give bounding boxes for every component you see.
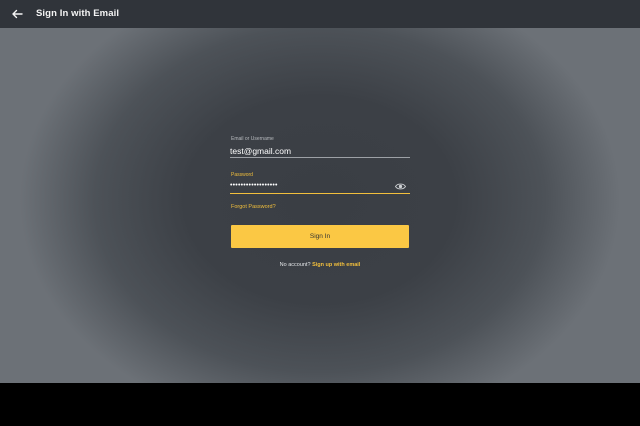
email-field-underline bbox=[230, 157, 410, 158]
password-field[interactable]: •••••••••••••••••• bbox=[230, 182, 278, 189]
no-account-text: No account? bbox=[279, 262, 311, 268]
forgot-password-link[interactable]: Forgot Password? bbox=[231, 204, 276, 210]
email-label: Email or Username bbox=[231, 136, 274, 142]
password-field-underline bbox=[230, 193, 410, 195]
signup-prompt: No account? Sign up with email bbox=[0, 262, 640, 268]
email-field[interactable]: test@gmail.com bbox=[230, 146, 291, 156]
page-title: Sign In with Email bbox=[36, 8, 120, 19]
eye-icon[interactable] bbox=[395, 182, 406, 191]
bottom-bar bbox=[0, 383, 640, 426]
sign-in-button[interactable]: Sign In bbox=[231, 225, 409, 248]
arrow-left-icon[interactable] bbox=[9, 6, 25, 22]
sign-in-screen: Sign In with Email Email or Username tes… bbox=[0, 0, 640, 383]
app-bar: Sign In with Email bbox=[0, 0, 640, 28]
signup-link[interactable]: Sign up with email bbox=[312, 262, 360, 268]
password-label: Password bbox=[231, 172, 253, 178]
sign-in-button-label: Sign In bbox=[309, 233, 331, 240]
